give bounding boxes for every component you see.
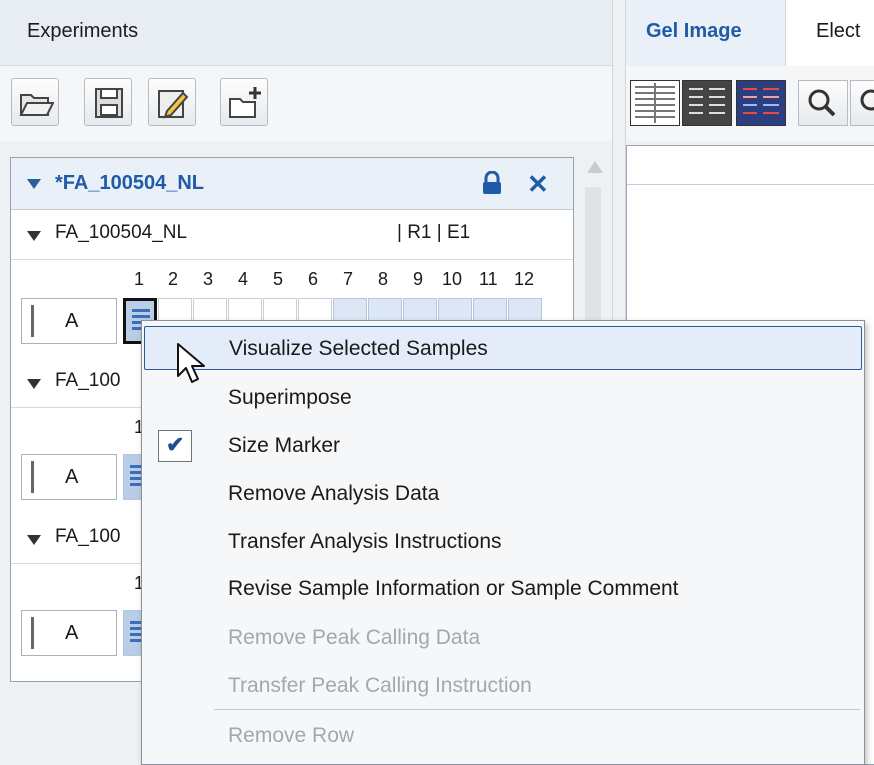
menu-separator <box>214 709 860 710</box>
row-label: A <box>65 310 79 332</box>
run-name: FA_100 <box>55 370 121 391</box>
run-name: FA_100 <box>55 526 121 547</box>
edit-button[interactable] <box>148 78 196 126</box>
menu-item-label: Transfer Analysis Instructions <box>228 530 502 553</box>
mouse-pointer-icon <box>177 343 205 383</box>
menu-item-transfer-analysis-instructions[interactable]: Transfer Analysis Instructions <box>144 520 862 564</box>
experiment-title: *FA_100504_NL <box>55 172 204 194</box>
run-header[interactable]: FA_100504_NL | R1 | E1 <box>11 210 573 260</box>
new-experiment-icon <box>229 87 261 118</box>
column-number: 10 <box>442 269 463 289</box>
tab-gel-image[interactable]: Gel Image <box>626 0 786 66</box>
column-numbers: 1 2 3 4 5 6 7 8 9 10 11 12 <box>11 260 573 296</box>
experiments-header: Experiments <box>0 0 612 66</box>
menu-item-label: Size Marker <box>228 434 341 457</box>
menu-item-revise-sample-information[interactable]: Revise Sample Information or Sample Comm… <box>144 567 862 611</box>
view-dark-button[interactable] <box>682 80 732 126</box>
menu-item-label: Transfer Peak Calling Instruction <box>228 674 532 697</box>
zoom-button[interactable] <box>798 80 848 126</box>
menu-item-remove-analysis-data[interactable]: Remove Analysis Data <box>144 472 862 516</box>
column-number: 5 <box>273 269 284 289</box>
experiment-title-bar[interactable]: *FA_100504_NL ✕ <box>11 158 573 210</box>
menu-item-label: Visualize Selected Samples <box>229 337 488 360</box>
column-number: 6 <box>308 269 319 289</box>
column-number: 2 <box>168 269 179 289</box>
run-name: FA_100504_NL <box>55 222 188 243</box>
menu-item-size-marker[interactable]: ✔ Size Marker <box>144 424 862 468</box>
view-toolbar <box>626 66 874 141</box>
close-icon[interactable]: ✕ <box>527 169 549 200</box>
zoom-more-button[interactable] <box>850 80 874 126</box>
row-label-button[interactable]: A <box>21 298 117 344</box>
menu-item-label: Remove Row <box>228 724 355 747</box>
gel-header-divider <box>627 184 874 185</box>
view-grid-icon <box>635 83 675 123</box>
menu-item-superimpose[interactable]: Superimpose <box>144 376 862 420</box>
column-number: 8 <box>378 269 389 289</box>
collapse-arrow-icon[interactable] <box>27 535 41 545</box>
row-label-button[interactable]: A <box>21 610 117 656</box>
scroll-up-icon[interactable] <box>587 161 603 173</box>
column-number: 7 <box>343 269 354 289</box>
view-dark-icon <box>689 88 725 114</box>
open-folder-button[interactable] <box>11 78 59 126</box>
column-number: 9 <box>413 269 424 289</box>
view-color-button[interactable] <box>736 80 786 126</box>
save-icon <box>95 88 123 118</box>
tab-gel-image-label: Gel Image <box>646 20 742 42</box>
column-number: 12 <box>514 269 535 289</box>
menu-item-label: Remove Analysis Data <box>228 482 440 505</box>
checked-box: ✔ <box>158 430 192 462</box>
tab-electropherogram[interactable]: Elect <box>786 0 874 66</box>
view-color-icon <box>743 88 779 114</box>
view-grid-button[interactable] <box>630 80 680 126</box>
context-menu: Visualize Selected Samples Superimpose ✔… <box>141 320 865 765</box>
zoom-icon <box>808 89 836 117</box>
tab-electropherogram-label: Elect <box>816 20 861 42</box>
run-meta: | R1 | E1 <box>397 222 471 243</box>
row-label-button[interactable]: A <box>21 454 117 500</box>
menu-item-remove-peak-calling-data: Remove Peak Calling Data <box>144 616 862 660</box>
column-number: 11 <box>479 269 498 289</box>
checkmark-icon: ✔ <box>166 432 185 457</box>
experiments-title: Experiments <box>27 20 139 42</box>
column-number: 4 <box>238 269 249 289</box>
row-label: A <box>65 622 79 644</box>
collapse-arrow-icon[interactable] <box>27 231 41 241</box>
collapse-arrow-icon[interactable] <box>27 379 41 389</box>
menu-item-visualize-selected-samples[interactable]: Visualize Selected Samples <box>144 326 862 370</box>
lock-icon[interactable] <box>481 171 503 195</box>
column-number: 3 <box>203 269 214 289</box>
zoom-out-icon <box>860 89 874 111</box>
experiments-toolbar <box>0 66 612 141</box>
menu-item-label: Revise Sample Information or Sample Comm… <box>228 577 679 600</box>
open-folder-icon <box>19 94 54 116</box>
menu-item-label: Superimpose <box>228 386 352 409</box>
row-label: A <box>65 466 79 488</box>
view-tabs: Gel Image Elect <box>626 0 874 66</box>
new-experiment-button[interactable] <box>220 78 268 126</box>
column-number: 1 <box>134 269 145 289</box>
menu-item-label: Remove Peak Calling Data <box>228 626 481 649</box>
save-button[interactable] <box>84 78 132 126</box>
collapse-arrow-icon[interactable] <box>27 179 41 189</box>
menu-item-transfer-peak-calling-instruction: Transfer Peak Calling Instruction <box>144 664 862 708</box>
menu-item-remove-row: Remove Row <box>144 714 862 758</box>
edit-icon <box>158 90 189 119</box>
